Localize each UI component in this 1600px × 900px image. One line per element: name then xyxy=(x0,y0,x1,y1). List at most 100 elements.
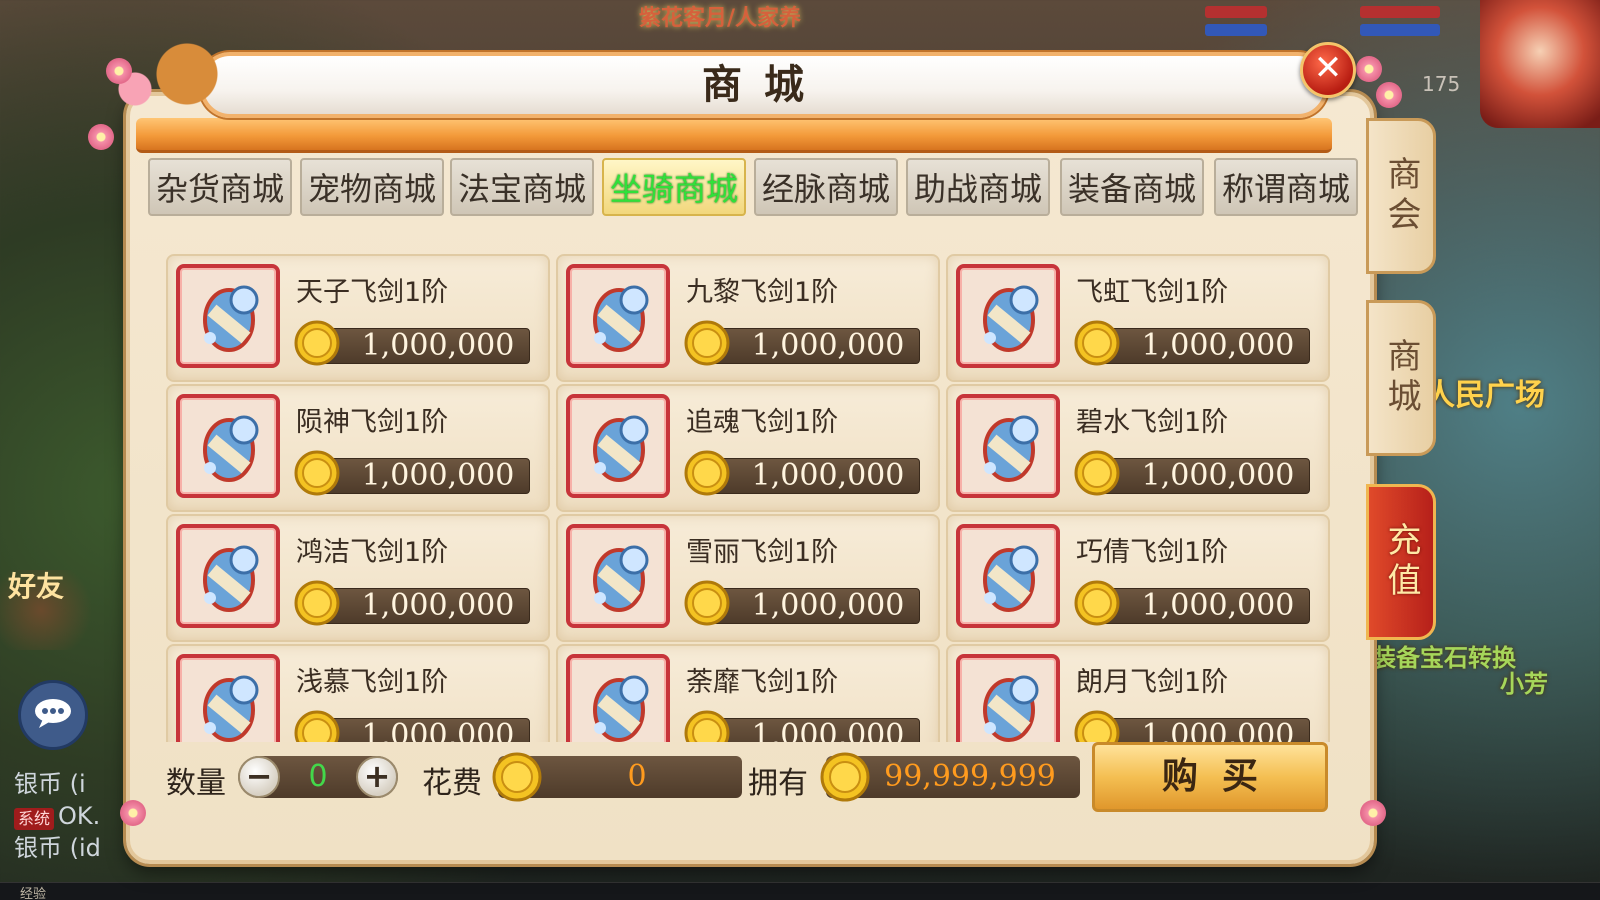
mp-bar xyxy=(1205,24,1267,36)
gold-coin-icon xyxy=(684,320,730,366)
owned-value: 99,999,999 xyxy=(884,759,1056,794)
tab-mount-store[interactable]: 坐骑商城 xyxy=(602,158,746,216)
quantity-value[interactable]: 0 xyxy=(280,756,356,798)
item-price: 1,000,000 xyxy=(751,328,905,363)
item-card[interactable]: 朗月飞剑1阶 1,000,000 xyxy=(946,644,1330,742)
price-bar: 1,000,000 xyxy=(1092,458,1310,494)
price-bar: 1,000,000 xyxy=(1092,588,1310,624)
item-card[interactable]: 天子飞剑1阶 1,000,000 xyxy=(166,254,550,382)
flower-icon xyxy=(106,58,132,84)
price-bar: 1,000,000 xyxy=(1092,718,1310,742)
close-button[interactable]: ✕ xyxy=(1300,42,1356,98)
item-card[interactable]: 飞虹飞剑1阶 1,000,000 xyxy=(946,254,1330,382)
item-price: 1,000,000 xyxy=(1141,328,1295,363)
scene-npc-title: 装备宝石转换 xyxy=(1372,644,1516,672)
cost-label: 花费 xyxy=(422,766,482,801)
pet-hp-bar xyxy=(1360,6,1440,18)
gold-coin-icon xyxy=(294,450,340,496)
price-bar: 1,000,000 xyxy=(312,458,530,494)
item-name: 陨神飞剑1阶 xyxy=(296,407,449,438)
item-name: 浅慕飞剑1阶 xyxy=(296,667,449,698)
flying-sword-scroll-icon xyxy=(593,285,649,352)
gold-coin-icon xyxy=(1074,450,1120,496)
tab-treasure-store[interactable]: 法宝商城 xyxy=(450,158,594,216)
item-icon-frame xyxy=(566,654,670,742)
chat-log: 银币 (i 系统 OK. 银币 (id xyxy=(14,768,134,864)
item-price: 1,000,000 xyxy=(361,328,515,363)
tab-title-store[interactable]: 称谓商城 xyxy=(1214,158,1358,216)
item-card[interactable]: 追魂飞剑1阶 1,000,000 xyxy=(556,384,940,512)
gold-coin-icon xyxy=(294,580,340,626)
price-bar: 1,000,000 xyxy=(312,718,530,742)
tab-meridian-store[interactable]: 经脉商城 xyxy=(754,158,898,216)
chat-line: 系统 OK. xyxy=(14,800,134,832)
side-tab-chamber-of-commerce[interactable]: 商会 xyxy=(1366,118,1436,274)
item-icon-frame xyxy=(956,654,1060,742)
status-bars xyxy=(1205,6,1475,46)
scene-npc-name: 小芳 xyxy=(1500,670,1548,698)
item-name: 荼靡飞剑1阶 xyxy=(686,667,839,698)
ox-cart-icon xyxy=(96,34,226,134)
tab-general-store[interactable]: 杂货商城 xyxy=(148,158,292,216)
scene-location-label: 人民广场 xyxy=(1425,378,1545,413)
chat-line: 银币 (id xyxy=(14,834,101,862)
flying-sword-scroll-icon xyxy=(203,285,259,352)
tab-battle-assist-store[interactable]: 助战商城 xyxy=(906,158,1050,216)
item-card[interactable]: 浅慕飞剑1阶 1,000,000 xyxy=(166,644,550,742)
flying-sword-scroll-icon xyxy=(593,545,649,612)
item-card[interactable]: 九黎飞剑1阶 1,000,000 xyxy=(556,254,940,382)
buy-button[interactable]: 购买 xyxy=(1092,742,1328,812)
chat-line: 银币 (i xyxy=(14,770,86,798)
pet-mp-bar xyxy=(1360,24,1440,36)
player-level: 175 xyxy=(1422,72,1461,96)
flower-icon xyxy=(88,124,114,150)
flying-sword-scroll-icon xyxy=(983,285,1039,352)
gold-coin-icon xyxy=(684,450,730,496)
cost-value: 0 xyxy=(627,759,647,794)
side-tab-label: 充值 xyxy=(1381,522,1421,602)
side-tab-mall[interactable]: 商城 xyxy=(1366,300,1436,456)
item-name: 巧倩飞剑1阶 xyxy=(1076,537,1229,568)
gold-coin-icon xyxy=(820,752,870,802)
item-card[interactable]: 雪丽飞剑1阶 1,000,000 xyxy=(556,514,940,642)
event-banner: 紫花客月/人家养 xyxy=(638,6,802,31)
item-card[interactable]: 陨神飞剑1阶 1,000,000 xyxy=(166,384,550,512)
tab-pet-store[interactable]: 宠物商城 xyxy=(300,158,444,216)
minus-icon: − xyxy=(245,757,273,795)
friends-button[interactable]: 好友 xyxy=(0,570,102,650)
item-card[interactable]: 荼靡飞剑1阶 1,000,000 xyxy=(556,644,940,742)
flower-icon xyxy=(1376,82,1402,108)
gold-coin-icon xyxy=(492,752,542,802)
gold-coin-icon xyxy=(684,710,730,742)
item-name: 碧水飞剑1阶 xyxy=(1076,407,1229,438)
item-card[interactable]: 鸿洁飞剑1阶 1,000,000 xyxy=(166,514,550,642)
player-avatar[interactable] xyxy=(1480,0,1600,128)
item-icon-frame xyxy=(956,524,1060,628)
flying-sword-scroll-icon xyxy=(203,415,259,482)
flying-sword-scroll-icon xyxy=(983,545,1039,612)
price-bar: 1,000,000 xyxy=(702,718,920,742)
flying-sword-scroll-icon xyxy=(983,675,1039,742)
page-title: 商城 xyxy=(702,61,826,108)
cost-display: 0 xyxy=(492,752,742,802)
price-bar: 1,000,000 xyxy=(1092,328,1310,364)
chat-bubble-icon[interactable] xyxy=(18,680,88,750)
item-price: 1,000,000 xyxy=(751,458,905,493)
plus-icon: + xyxy=(363,757,391,795)
item-card[interactable]: 碧水飞剑1阶 1,000,000 xyxy=(946,384,1330,512)
flying-sword-scroll-icon xyxy=(593,415,649,482)
decrease-quantity-button[interactable]: − xyxy=(238,756,280,798)
title-bar: 商城 xyxy=(200,52,1328,118)
tab-equipment-store[interactable]: 装备商城 xyxy=(1060,158,1204,216)
shop-category-tabs: 杂货商城 宠物商城 法宝商城 坐骑商城 经脉商城 助战商城 装备商城 称谓商城 xyxy=(148,158,1364,220)
item-card[interactable]: 巧倩飞剑1阶 1,000,000 xyxy=(946,514,1330,642)
item-icon-frame xyxy=(176,654,280,742)
friends-button-label: 好友 xyxy=(8,570,65,603)
increase-quantity-button[interactable]: + xyxy=(356,756,398,798)
flying-sword-scroll-icon xyxy=(203,675,259,742)
side-tab-recharge[interactable]: 充值 xyxy=(1366,484,1436,640)
price-bar: 1,000,000 xyxy=(702,458,920,494)
item-grid[interactable]: 天子飞剑1阶 1,000,000 九黎飞剑1阶 1,000,000 飞虹飞剑1阶… xyxy=(162,252,1362,742)
item-name: 雪丽飞剑1阶 xyxy=(686,537,839,568)
hp-bar xyxy=(1205,6,1267,18)
